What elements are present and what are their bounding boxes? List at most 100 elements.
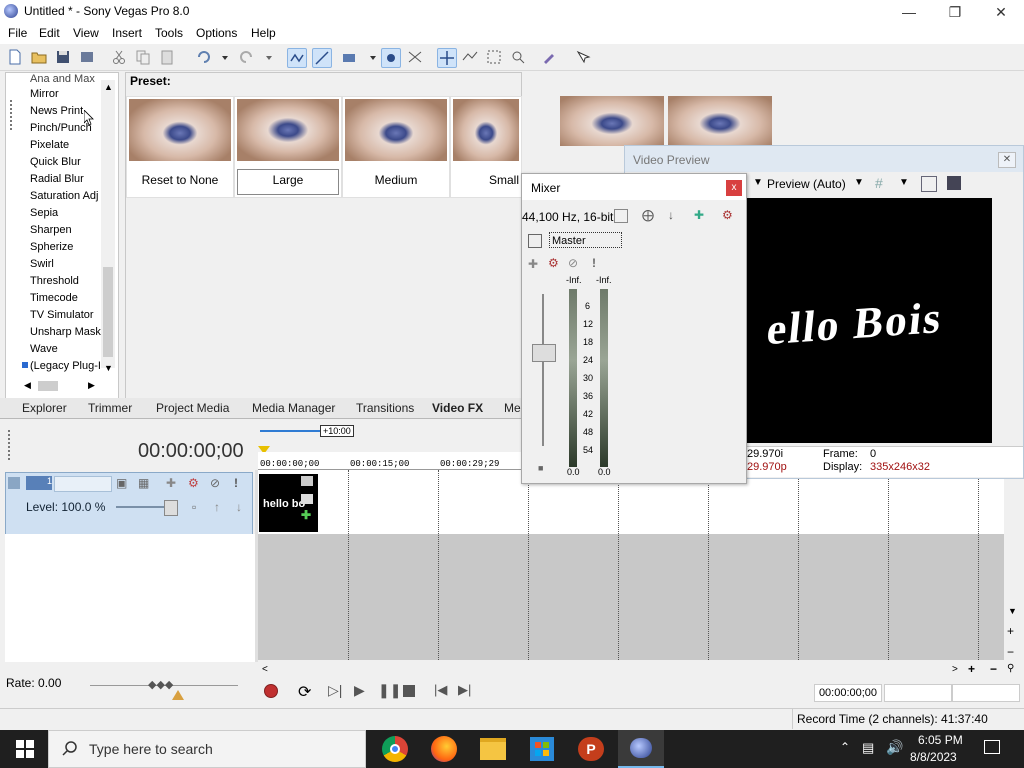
menu-help[interactable]: Help	[251, 26, 276, 40]
rate-slider-thumb[interactable]: ◆◆◆	[148, 678, 173, 691]
rate-default-marker-icon[interactable]	[172, 690, 184, 700]
save-icon[interactable]	[54, 48, 72, 66]
tab-video-fx[interactable]: Video FX	[432, 401, 483, 415]
scroll-left-icon[interactable]: <	[262, 664, 268, 675]
timeline-empty-area[interactable]	[258, 534, 1004, 660]
solo-icon[interactable]: !	[234, 476, 244, 490]
track-name-field[interactable]	[54, 476, 112, 492]
open-folder-icon[interactable]	[30, 48, 48, 66]
insert-assignable-fx-icon[interactable]: ⚙	[722, 208, 733, 222]
render-icon[interactable]	[78, 48, 96, 66]
volume-icon[interactable]: 🔊	[886, 739, 903, 756]
undo-dropdown-icon[interactable]	[216, 48, 228, 66]
redo-dropdown-icon[interactable]	[260, 48, 272, 66]
envelope-tool-icon[interactable]	[461, 48, 479, 66]
scroll-right-icon[interactable]: >	[952, 664, 958, 675]
list-item[interactable]: Unsharp Mask	[30, 326, 101, 338]
tab-transitions[interactable]: Transitions	[356, 401, 414, 415]
master-bus-label[interactable]: Master	[549, 232, 622, 248]
zoom-tool-icon[interactable]: ⚲	[1007, 663, 1014, 674]
tab-explorer[interactable]: Explorer	[22, 401, 67, 415]
show-hidden-icons-icon[interactable]: ⌃	[840, 740, 850, 754]
track-list-empty-area[interactable]	[5, 534, 255, 662]
go-to-start-icon[interactable]: |◀	[434, 682, 447, 698]
windows-start-icon[interactable]	[16, 740, 34, 758]
list-item[interactable]: Mirror	[30, 88, 59, 100]
play-icon[interactable]: ▶	[354, 682, 365, 699]
zoom-out-time-icon[interactable]: −	[990, 662, 997, 676]
preset-large[interactable]: Large	[234, 96, 342, 198]
menu-insert[interactable]: Insert	[112, 26, 142, 40]
dim-output-icon[interactable]: ↓	[668, 208, 674, 222]
mixer-close-button[interactable]: x	[726, 180, 742, 196]
list-item-selected[interactable]: Wave	[30, 343, 58, 355]
tab-media-manager[interactable]: Media Manager	[252, 401, 335, 415]
tab-trimmer[interactable]: Trimmer	[88, 401, 132, 415]
scroll-right-icon[interactable]: ▶	[88, 380, 95, 391]
redo-icon[interactable]	[238, 48, 256, 66]
chevron-down-icon[interactable]: ▼	[899, 177, 909, 188]
list-item[interactable]: Threshold	[30, 275, 79, 287]
list-item[interactable]: Spherize	[30, 241, 73, 253]
mute-icon[interactable]: ⊘	[210, 476, 224, 490]
fx-list-hscroll-thumb[interactable]	[38, 381, 58, 391]
powerpoint-icon[interactable]: P	[578, 737, 604, 761]
restore-button[interactable]: ❐	[932, 0, 978, 24]
master-fader-track[interactable]	[542, 294, 544, 446]
list-item[interactable]: Saturation Adj	[30, 190, 99, 202]
microsoft-store-icon[interactable]	[530, 737, 554, 761]
notifications-icon[interactable]	[984, 740, 1000, 754]
event-pan-crop-icon[interactable]	[301, 476, 313, 486]
menu-tools[interactable]: Tools	[155, 26, 183, 40]
make-parent-icon[interactable]: ↑	[214, 500, 226, 514]
mute-icon[interactable]: ⊘	[568, 256, 578, 270]
fx-list-scroll-thumb[interactable]	[103, 267, 113, 357]
menu-file[interactable]: File	[8, 26, 27, 40]
taskbar-search-box[interactable]: Type here to search	[48, 730, 366, 768]
vegas-taskbar-button[interactable]	[618, 730, 664, 768]
copy-icon[interactable]	[134, 48, 152, 66]
zoom-out-track-icon[interactable]: −	[1007, 645, 1014, 659]
whats-this-help-icon[interactable]	[574, 48, 592, 66]
track-composite-child-icon[interactable]: ▫	[192, 500, 204, 514]
list-item[interactable]: Pixelate	[30, 139, 69, 151]
event-icon[interactable]	[381, 48, 401, 68]
firefox-icon[interactable]	[431, 736, 457, 762]
list-item[interactable]: Pinch/Punch	[30, 122, 92, 134]
preset-medium[interactable]: Medium	[342, 96, 450, 198]
normal-edit-tool-icon[interactable]	[437, 48, 457, 68]
list-item[interactable]: Swirl	[30, 258, 54, 270]
master-fader-thumb[interactable]	[532, 344, 556, 362]
auto-ripple-icon[interactable]	[287, 48, 307, 68]
loop-playback-icon[interactable]: ⟳	[298, 682, 311, 702]
chevron-down-icon[interactable]: ▼	[854, 177, 864, 188]
preview-quality-dropdown[interactable]: Preview (Auto)	[767, 177, 846, 191]
video-track-header[interactable]: 1 ▣ ▦ ✚ ⚙ ⊘ ! Level: 100.0 % ▫ ↑ ↓	[5, 472, 253, 536]
new-file-icon[interactable]	[6, 48, 24, 66]
loop-region-bar[interactable]	[260, 430, 320, 432]
selection-tool-icon[interactable]	[485, 48, 503, 66]
close-button[interactable]: ✕	[978, 0, 1024, 24]
zoom-in-track-icon[interactable]: +	[1007, 624, 1014, 638]
close-icon[interactable]: ✕	[998, 152, 1016, 168]
video-preview-titlebar[interactable]: Video Preview ✕	[625, 146, 1023, 172]
video-preview-screen[interactable]: ello Bois	[747, 198, 992, 443]
clock-date[interactable]: 8/8/2023	[910, 750, 957, 764]
pause-icon[interactable]: ❚❚	[378, 682, 401, 699]
downmix-icon[interactable]: ⨁	[642, 208, 654, 222]
file-explorer-icon[interactable]	[480, 738, 506, 760]
go-to-end-icon[interactable]: ▶|	[458, 682, 471, 698]
preset-small[interactable]: Small	[450, 96, 522, 198]
play-from-start-icon[interactable]: ▷|	[328, 682, 342, 699]
mixer-titlebar[interactable]: Mixer x	[522, 174, 746, 200]
menu-edit[interactable]: Edit	[39, 26, 60, 40]
master-bus-icon[interactable]	[528, 234, 542, 248]
fx-item-partial[interactable]: Ana and Max	[30, 73, 95, 85]
track-motion-icon[interactable]: ▣	[116, 476, 130, 490]
event-add-fx-icon[interactable]: ✚	[301, 509, 313, 521]
menu-options[interactable]: Options	[196, 26, 237, 40]
preset-reset-to-none[interactable]: Reset to None	[126, 96, 234, 198]
chrome-icon[interactable]	[382, 736, 408, 762]
track-compositing-icon[interactable]: ▦	[138, 476, 152, 490]
zoom-in-time-icon[interactable]: +	[968, 662, 975, 676]
